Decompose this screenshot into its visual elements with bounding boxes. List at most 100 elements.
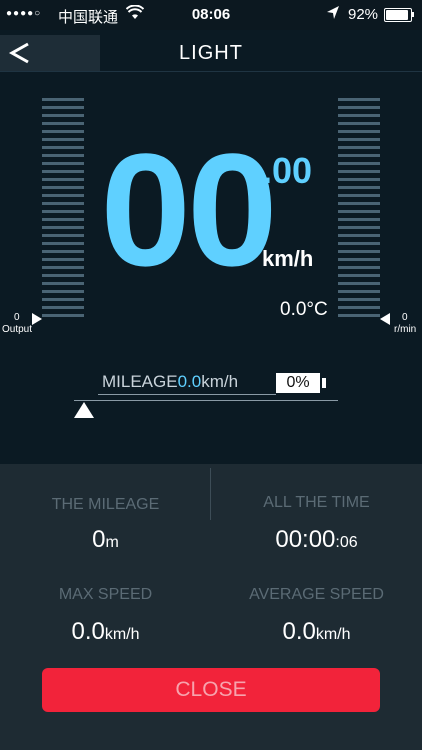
output-gauge [42,98,84,322]
gauge-tick [42,282,84,285]
gauge-tick [42,306,84,309]
gauge-tick [338,162,380,165]
status-bar: ●●●●○ 中国联通 08:06 92% [0,0,422,30]
mileage-unit: km/h [201,372,239,391]
gauge-tick [42,250,84,253]
the-mileage-number: 0 [92,526,106,553]
speed-decimal: .00 [262,150,313,191]
gauge-tick [42,162,84,165]
the-mileage-value: 0m [0,526,211,554]
gauge-tick [338,274,380,277]
gauge-tick [42,202,84,205]
gauge-tick [42,290,84,293]
gauge-tick [338,314,380,317]
all-the-time-seconds: :06 [335,534,358,551]
the-mileage-unit: m [105,534,119,551]
gauge-tick [338,234,380,237]
gauge-tick [338,218,380,221]
gauge-tick [338,282,380,285]
average-speed-number: 0.0 [282,618,316,645]
gauge-tick [338,178,380,181]
gauge-tick [338,290,380,293]
battery-percent-box: 0% [276,373,320,393]
temperature-readout: 0.0°C [280,299,328,320]
gauge-tick [42,258,84,261]
location-arrow-icon [326,5,340,25]
progress-slider-handle[interactable] [74,402,94,418]
average-speed-value: 0.0km/h [211,618,422,646]
gauge-tick [338,258,380,261]
all-the-time-label: ALL THE TIME [263,494,370,511]
speed-readout: 00 [100,120,277,299]
gauge-tick [42,178,84,181]
max-speed-number: 0.0 [71,618,105,645]
mileage-value: 0.0 [177,372,202,391]
battery-box-nub [322,378,326,388]
gauge-tick [42,186,84,189]
max-speed-label: MAX SPEED [58,586,153,603]
gauge-tick [338,306,380,309]
progress-track [74,400,338,401]
battery-percent: 92% [348,6,379,23]
nav-bar: LIGHT [0,35,422,72]
gauge-tick [42,170,84,173]
output-value: 0 [14,312,20,323]
average-speed-label: AVERAGE SPEED [249,586,384,603]
average-speed-unit: km/h [315,626,351,643]
gauge-tick [338,298,380,301]
gauge-tick [338,98,380,101]
gauge-tick [42,234,84,237]
gauge-tick [338,154,380,157]
gauge-tick [42,106,84,109]
rpm-label: r/min [394,324,417,335]
max-speed-value: 0.0km/h [0,618,211,646]
gauge-tick [338,130,380,133]
gauge-tick [42,210,84,213]
all-the-time-value: 00:00:06 [211,526,422,554]
rpm-value: 0 [402,312,408,323]
gauge-tick [42,130,84,133]
gauge-tick [42,98,84,101]
gauge-tick [42,274,84,277]
gauge-tick [42,154,84,157]
gauge-tick [338,146,380,149]
gauge-tick [42,138,84,141]
rpm-pointer-icon [380,313,390,325]
gauge-tick [338,226,380,229]
the-mileage-label: THE MILEAGE [51,496,160,513]
gauge-tick [338,250,380,253]
gauge-tick [338,186,380,189]
gauge-tick [338,202,380,205]
all-the-time-number: 00:00 [275,526,336,553]
gauge-tick [338,242,380,245]
speed-unit: km/h [262,246,314,271]
mileage-readout: MILEAGE0.0km/h [102,372,238,392]
gauge-tick [338,194,380,197]
gauge-tick [42,266,84,269]
gauge-tick [338,138,380,141]
gauge-tick [42,314,84,317]
page-title: LIGHT [179,42,243,64]
gauge-tick [42,122,84,125]
gauge-tick [42,146,84,149]
gauge-tick [338,266,380,269]
output-pointer-icon [32,313,42,325]
gauge-tick [42,226,84,229]
gauge-tick [338,106,380,109]
gauge-tick [338,170,380,173]
mileage-underline [98,394,276,395]
battery-fill [386,10,408,20]
gauge-tick [338,122,380,125]
max-speed-unit: km/h [104,626,140,643]
gauge-tick [42,114,84,117]
battery-nub [412,12,414,17]
mileage-label: MILEAGE [102,372,178,391]
gauge-tick [42,218,84,221]
rpm-gauge [338,98,380,322]
gauge-tick [338,210,380,213]
gauge-tick [338,114,380,117]
gauge-tick [42,242,84,245]
output-label: Output [2,324,33,335]
gauge-tick [42,298,84,301]
close-button[interactable]: CLOSE [42,668,380,712]
